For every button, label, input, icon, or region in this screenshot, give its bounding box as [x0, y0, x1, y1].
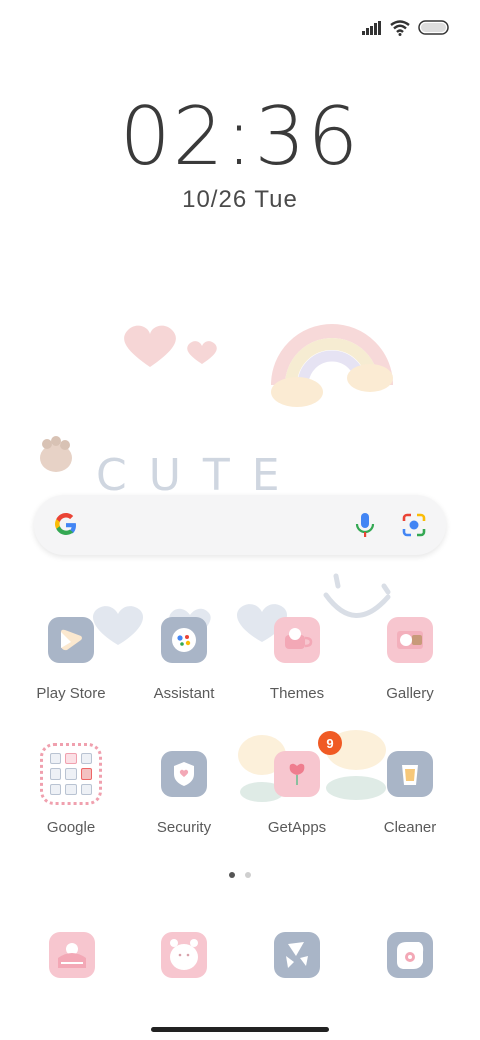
app-label: Cleaner	[383, 819, 437, 836]
assistant-icon[interactable]	[161, 617, 207, 663]
gallery-icon[interactable]	[387, 617, 433, 663]
clock-widget[interactable]: 02:36 10/26 Tue	[0, 92, 480, 214]
app-play-store[interactable]: Play Store	[16, 617, 126, 702]
status-bar	[362, 14, 450, 42]
messages-icon[interactable]	[161, 932, 207, 978]
app-google-folder[interactable]: Google	[16, 743, 126, 836]
google-folder-icon[interactable]	[40, 743, 102, 805]
play-store-icon[interactable]	[48, 617, 94, 663]
battery-icon	[418, 20, 449, 35]
app-themes[interactable]: Themes	[242, 617, 352, 702]
lens-icon[interactable]	[400, 511, 428, 539]
app-label: GetApps	[267, 819, 327, 836]
date-text: 10/26	[182, 186, 248, 213]
app-getapps[interactable]: 9 GetApps	[242, 731, 352, 836]
weekday-text: Tue	[254, 186, 298, 213]
google-g-icon[interactable]	[52, 511, 80, 539]
page-dot-1[interactable]	[229, 872, 235, 878]
notification-badge: 9	[318, 731, 342, 755]
signal-icon	[362, 21, 381, 35]
app-label: Play Store	[36, 685, 106, 702]
app-label: Security	[156, 819, 212, 836]
home-indicator[interactable]	[151, 1027, 329, 1032]
mic-icon[interactable]	[354, 511, 376, 539]
app-label: Themes	[269, 685, 325, 702]
app-label: Assistant	[153, 685, 215, 702]
camera-icon[interactable]	[274, 932, 320, 978]
search-bar[interactable]	[34, 495, 446, 555]
clock-time: 02:36	[119, 90, 361, 183]
wifi-icon	[390, 20, 410, 36]
app-label: Google	[46, 819, 96, 836]
cleaner-icon[interactable]	[387, 751, 433, 797]
app-assistant[interactable]: Assistant	[129, 617, 239, 702]
app-label: Gallery	[386, 685, 434, 702]
phone-icon[interactable]	[49, 932, 95, 978]
getapps-icon[interactable]: 9	[274, 731, 342, 797]
themes-icon[interactable]	[274, 617, 320, 663]
cute-text: CUTE	[96, 450, 302, 501]
app-cleaner[interactable]: Cleaner	[355, 751, 465, 836]
page-dot-2[interactable]	[245, 872, 251, 878]
browser-icon[interactable]	[387, 932, 433, 978]
clock-date: 10/26 Tue	[0, 186, 480, 214]
app-security[interactable]: Security	[129, 751, 239, 836]
security-icon[interactable]	[161, 751, 207, 797]
app-gallery[interactable]: Gallery	[355, 617, 465, 702]
page-indicator[interactable]	[0, 872, 480, 878]
